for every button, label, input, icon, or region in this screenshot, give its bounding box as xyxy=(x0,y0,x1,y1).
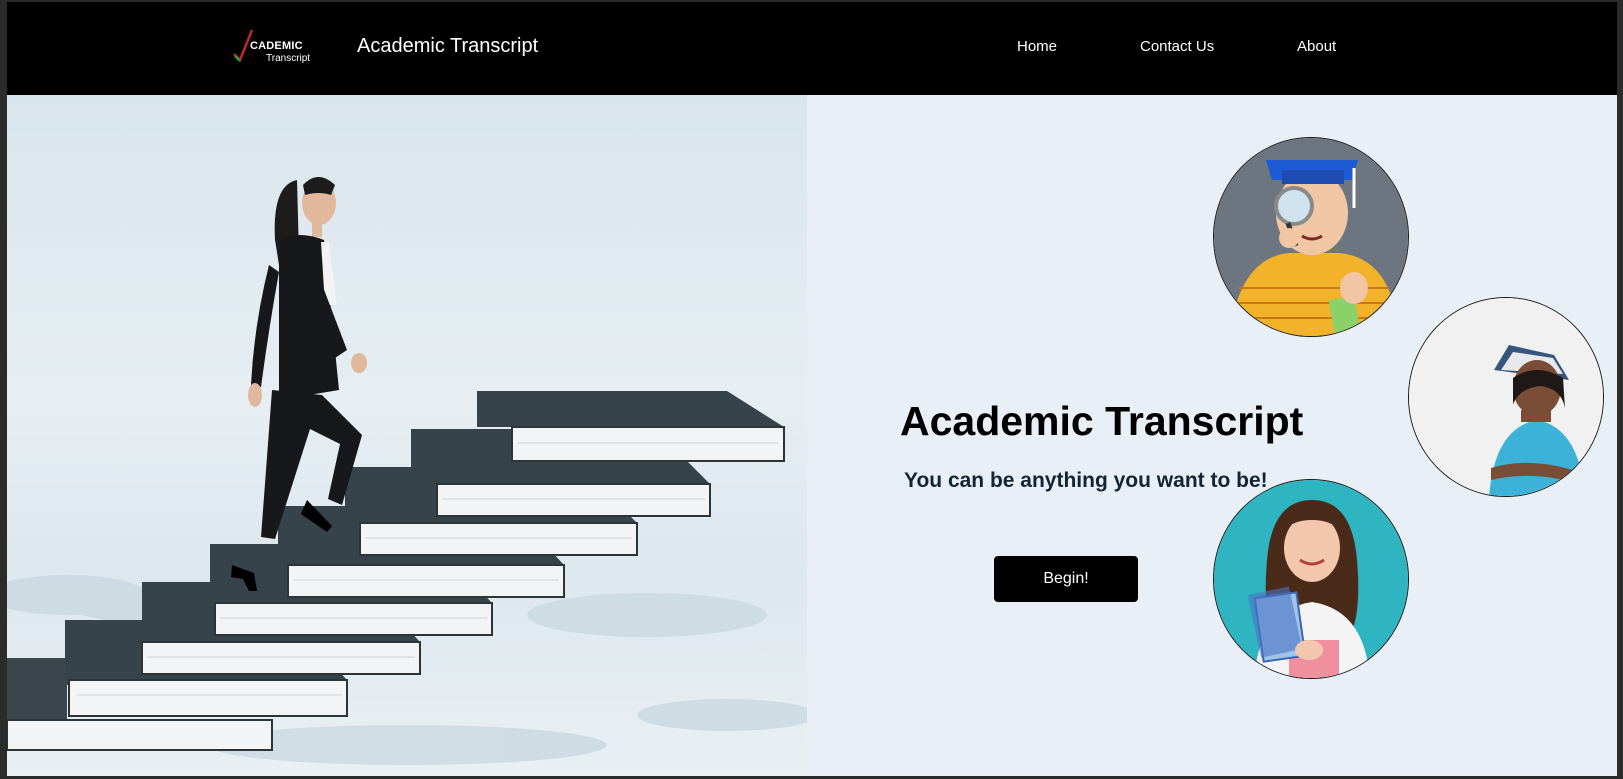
book-stairs-illustration xyxy=(7,177,807,765)
navbar: CADEMIC Transcript Academic Transcript H… xyxy=(7,2,1617,95)
hero-subtitle: You can be anything you want to be! xyxy=(904,469,1268,492)
hero-title: Academic Transcript xyxy=(900,398,1304,444)
book-stack xyxy=(7,391,785,751)
nav-home-link[interactable]: Home xyxy=(1017,38,1057,55)
hero-content: Academic Transcript You can be anything … xyxy=(807,95,1617,776)
student-photo-magnifier-boy xyxy=(1213,137,1409,337)
nav-contact-link[interactable]: Contact Us xyxy=(1140,38,1214,55)
nav-about-link[interactable]: About xyxy=(1297,38,1336,55)
logo-text-academic: CADEMIC xyxy=(250,40,303,52)
brand-title[interactable]: Academic Transcript xyxy=(357,35,538,58)
student-photo-girl-with-folders xyxy=(1213,479,1409,679)
browser-viewport: CADEMIC Transcript Academic Transcript H… xyxy=(7,2,1617,776)
hero-image-woman-climbing-book-stairs xyxy=(7,95,807,776)
child-with-book-on-head-image xyxy=(1409,298,1603,496)
book-step xyxy=(477,391,785,462)
student-photo-book-on-head xyxy=(1408,297,1604,497)
logo-text-transcript: Transcript xyxy=(266,53,311,64)
begin-button[interactable]: Begin! xyxy=(994,556,1138,602)
site-logo[interactable]: CADEMIC Transcript xyxy=(232,26,312,66)
girl-holding-folders-image xyxy=(1214,480,1408,678)
boy-with-magnifying-glass-image xyxy=(1214,138,1408,336)
